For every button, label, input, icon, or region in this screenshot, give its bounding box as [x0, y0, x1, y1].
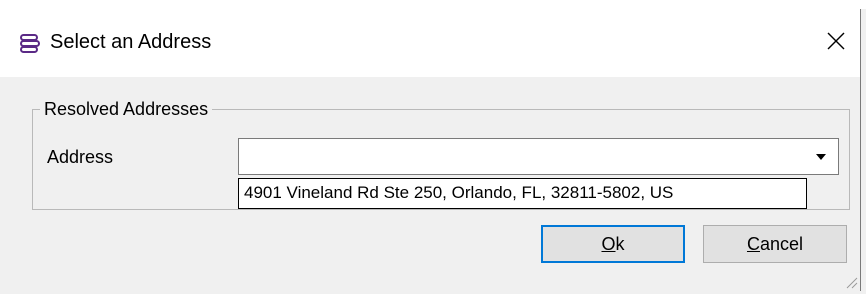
title-bar[interactable]: Select an Address	[0, 9, 860, 77]
cancel-button[interactable]: Cancel	[703, 225, 847, 263]
group-legend: Resolved Addresses	[40, 99, 213, 120]
address-dropdown-list: 4901 Vineland Rd Ste 250, Orlando, FL, 3…	[238, 178, 807, 209]
address-combobox[interactable]	[238, 138, 839, 175]
cancel-accelerator: C	[746, 233, 760, 254]
ok-label: k	[615, 233, 625, 254]
resize-grip-icon[interactable]	[844, 275, 858, 289]
chevron-down-icon	[815, 148, 827, 166]
address-input[interactable]	[241, 141, 809, 172]
stacked-lines-icon	[20, 33, 40, 53]
close-icon	[827, 32, 845, 55]
dialog-title: Select an Address	[50, 31, 212, 53]
desktop-strip	[0, 0, 866, 9]
select-address-dialog: Select an Address Resolved Addresses Add…	[0, 9, 861, 291]
cancel-label: ancel	[759, 233, 804, 254]
address-label: Address	[47, 147, 114, 167]
ok-accelerator: O	[601, 233, 616, 254]
dropdown-button[interactable]	[806, 142, 836, 171]
address-option[interactable]: 4901 Vineland Rd Ste 250, Orlando, FL, 3…	[244, 183, 673, 203]
close-button[interactable]	[816, 25, 856, 61]
ok-button[interactable]: Ok	[541, 225, 685, 263]
